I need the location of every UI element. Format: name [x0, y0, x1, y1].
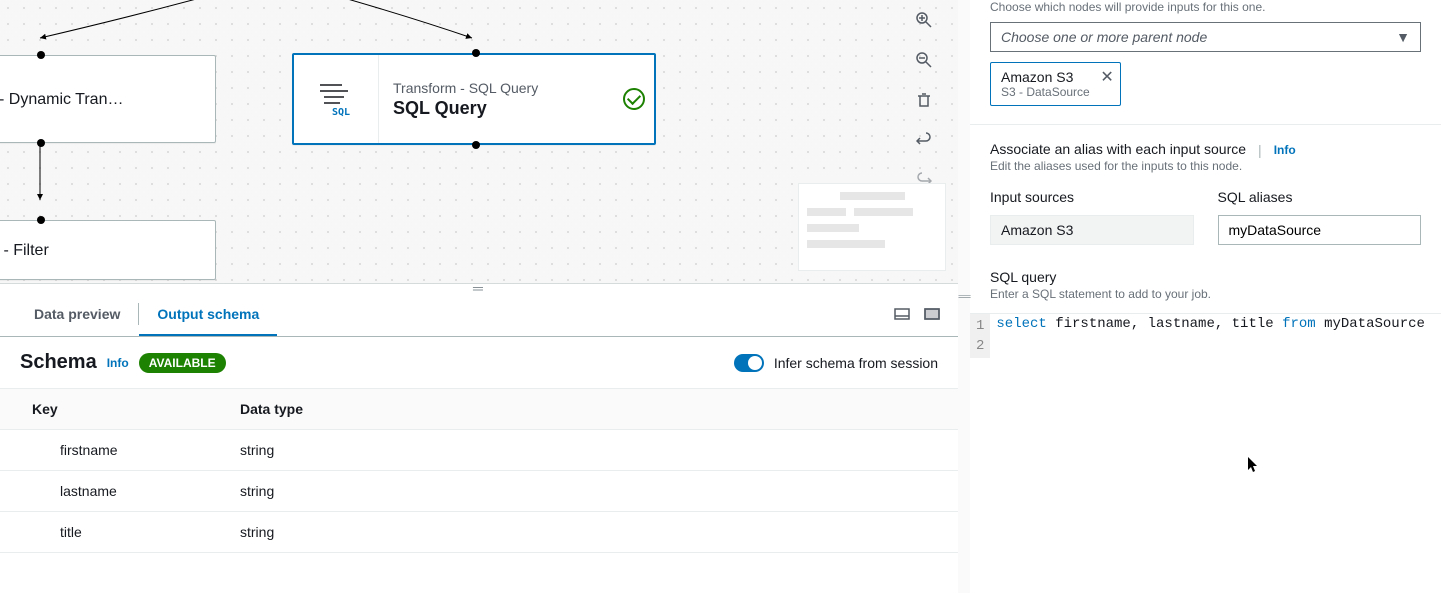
alias-desc: Edit the aliases used for the inputs to … [990, 159, 1421, 173]
mouse-cursor-icon [1248, 457, 1260, 473]
chip-title: Amazon S3 [1001, 69, 1090, 85]
sql-alias-field[interactable] [1218, 215, 1422, 245]
undo-icon[interactable] [910, 126, 938, 154]
node-filter[interactable]: form - Filter [0, 220, 216, 280]
visual-canvas[interactable]: orm - Dynamic Tran… SQL Transfor [0, 0, 958, 284]
info-link[interactable]: Info [1274, 143, 1296, 157]
node-subtitle: Transform - SQL Query [393, 80, 600, 96]
expand-icon[interactable] [922, 304, 942, 324]
properties-panel: Choose which nodes will provide inputs f… [970, 0, 1441, 593]
parent-nodes-desc: Choose which nodes will provide inputs f… [990, 0, 1421, 14]
tab-output-schema[interactable]: Output schema [139, 292, 277, 336]
col-key: Key [0, 389, 220, 430]
parent-chip: Amazon S3 S3 - DataSource ✕ [990, 62, 1121, 106]
zoom-out-icon[interactable] [910, 46, 938, 74]
node-title: form - Filter [0, 242, 201, 260]
input-source-field [990, 215, 1194, 245]
line-gutter: 1 2 [970, 314, 990, 358]
delete-icon[interactable] [910, 86, 938, 114]
node-title: orm - Dynamic Tran… [0, 91, 201, 109]
schema-table: Key Data type firstname string lastname … [0, 388, 958, 553]
info-link[interactable]: Info [107, 356, 129, 370]
input-sources-label: Input sources [990, 189, 1194, 205]
svg-text:SQL: SQL [332, 107, 350, 118]
bottom-panel: Data preview Output schema Schema Info A… [0, 292, 958, 593]
sql-aliases-label: SQL aliases [1218, 189, 1422, 205]
sql-transform-icon: SQL [294, 55, 379, 143]
code-content[interactable]: select firstname, lastname, title from m… [990, 314, 1431, 358]
sql-editor[interactable]: 1 2 select firstname, lastname, title fr… [970, 313, 1441, 358]
collapse-icon[interactable] [892, 304, 912, 324]
chip-subtitle: S3 - DataSource [1001, 85, 1090, 99]
horizontal-resize-handle[interactable]: ═ [0, 284, 958, 292]
sql-query-title: SQL query [990, 269, 1421, 285]
node-dynamic-transform[interactable]: orm - Dynamic Tran… [0, 55, 216, 143]
zoom-in-icon[interactable] [910, 6, 938, 34]
table-row: title string [0, 512, 958, 553]
sql-query-desc: Enter a SQL statement to add to your job… [990, 287, 1421, 301]
chevron-down-icon: ▼ [1396, 29, 1410, 45]
node-title: SQL Query [393, 98, 600, 119]
node-sql-query[interactable]: SQL Transform - SQL Query SQL Query [292, 53, 656, 145]
infer-schema-toggle[interactable] [734, 354, 764, 372]
col-datatype: Data type [220, 389, 958, 430]
status-ok-icon [614, 88, 654, 110]
table-row: firstname string [0, 430, 958, 471]
canvas-toolbar [910, 0, 946, 194]
minimap[interactable] [798, 183, 946, 271]
toggle-label: Infer schema from session [774, 355, 938, 371]
alias-title: Associate an alias with each input sourc… [990, 141, 1246, 157]
tab-data-preview[interactable]: Data preview [16, 292, 138, 336]
table-row: lastname string [0, 471, 958, 512]
vertical-resize-handle[interactable]: ║ [958, 0, 970, 593]
close-icon[interactable]: ✕ [1100, 67, 1113, 87]
schema-title: Schema [20, 351, 97, 374]
parent-node-select[interactable]: Choose one or more parent node ▼ [990, 22, 1421, 52]
status-badge: AVAILABLE [139, 353, 226, 373]
